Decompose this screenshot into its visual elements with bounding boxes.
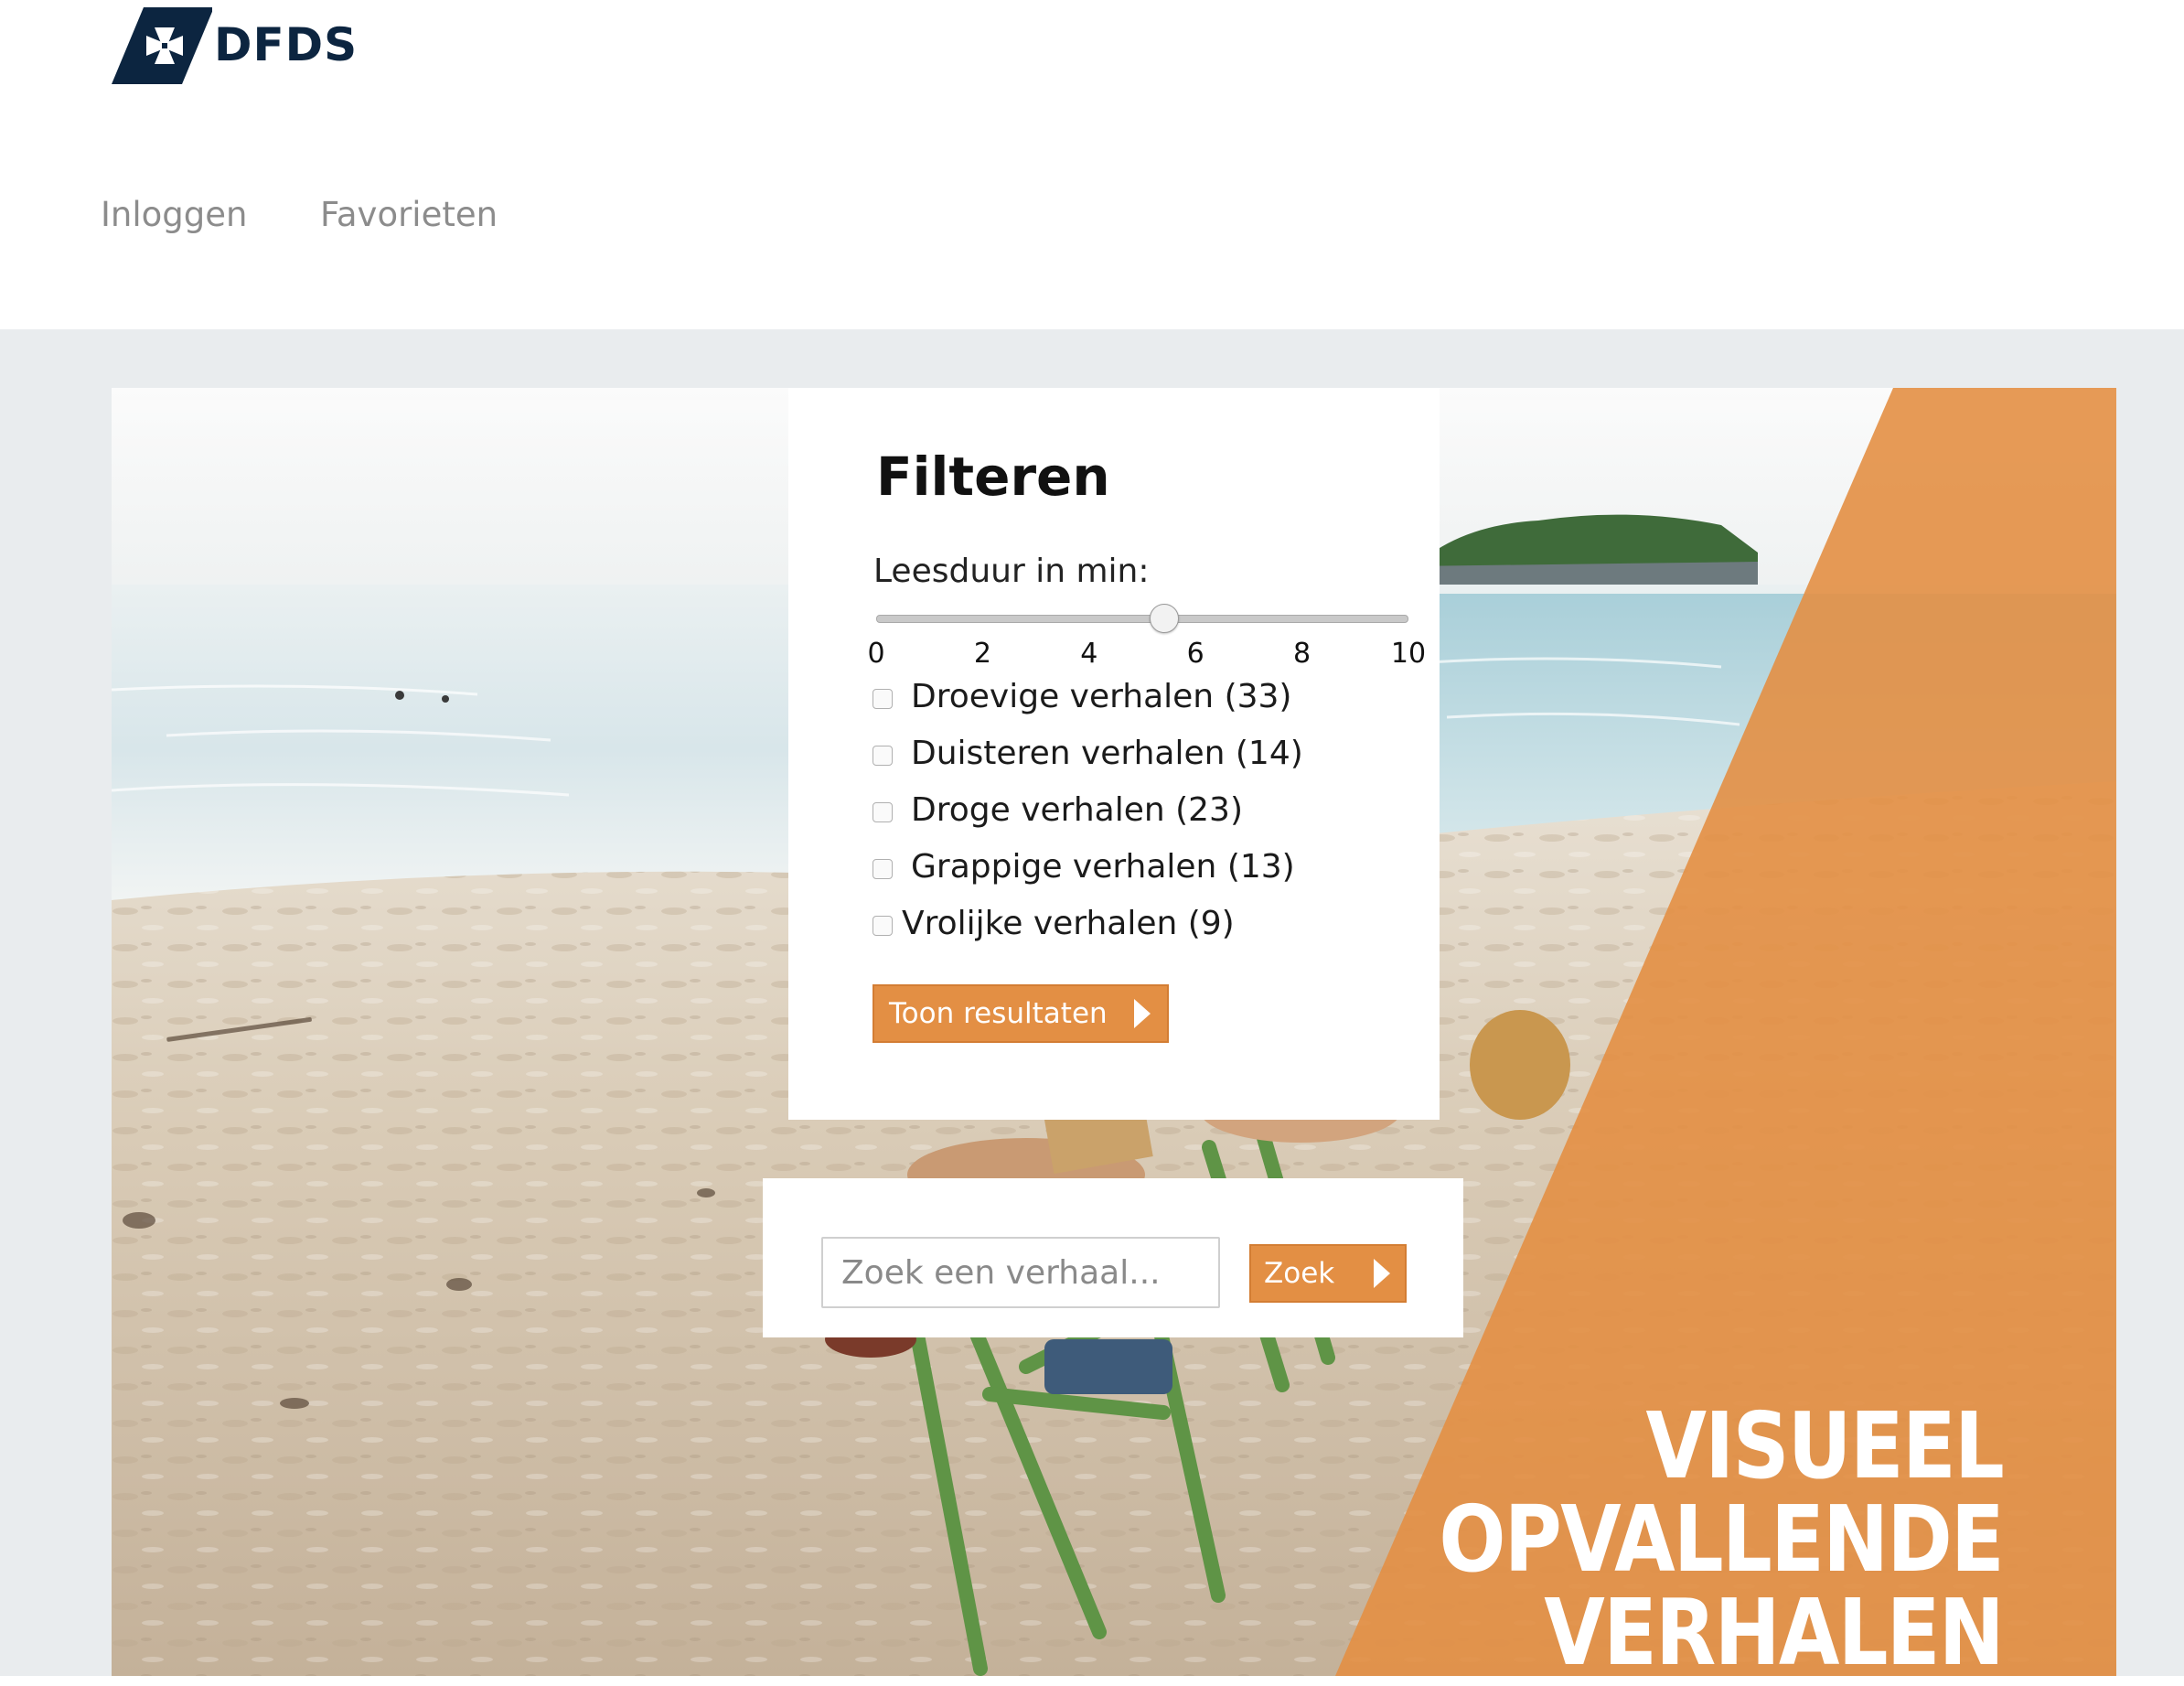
headline-line-3: VERHALEN: [1544, 1579, 2005, 1686]
headline-line-1: VISUEEL: [1645, 1392, 2004, 1499]
brand-name: DFDS: [214, 18, 359, 71]
category-option-grappige[interactable]: Grappige verhalen (13): [873, 843, 1295, 889]
reading-time-slider[interactable]: [876, 603, 1408, 634]
slider-thumb[interactable]: [1150, 604, 1180, 633]
category-label: Duisteren verhalen (14): [911, 734, 1303, 772]
filter-panel: Filteren Leesduur in min: 0 2 4 6 8 10 D…: [788, 388, 1440, 1120]
nav-favorites-link[interactable]: Favorieten: [320, 195, 498, 234]
slider-tick-label: 0: [867, 638, 885, 670]
category-option-vrolijke[interactable]: Vrolijke verhalen (9): [873, 900, 1235, 946]
category-checkbox[interactable]: [873, 746, 893, 766]
category-label: Grappige verhalen (13): [911, 847, 1295, 886]
show-results-label: Toon resultaten: [889, 997, 1108, 1030]
hero-headline: VISUEEL OPVALLENDE VERHALEN: [1439, 1392, 2005, 1686]
show-results-button[interactable]: Toon resultaten: [873, 984, 1169, 1043]
slider-tick-label: 6: [1186, 638, 1204, 670]
category-label: Droge verhalen (23): [911, 790, 1244, 829]
slider-tick-labels: 0 2 4 6 8 10: [867, 638, 1426, 674]
headline-line-2: OPVALLENDE: [1439, 1486, 2004, 1593]
play-arrow-icon: [1134, 999, 1151, 1028]
maltese-cross-icon: [112, 7, 212, 84]
play-arrow-icon: [1374, 1259, 1390, 1288]
category-checkbox[interactable]: [873, 859, 893, 879]
category-checkbox[interactable]: [873, 689, 893, 709]
search-input[interactable]: [821, 1237, 1220, 1308]
slider-tick-label: 10: [1390, 638, 1427, 670]
category-option-droevige[interactable]: Droevige verhalen (33): [873, 673, 1291, 719]
search-panel: Zoek: [763, 1178, 1463, 1337]
category-label: Vrolijke verhalen (9): [902, 904, 1235, 942]
search-button-label: Zoek: [1264, 1257, 1335, 1290]
reading-time-label: Leesduur in min:: [873, 553, 1150, 590]
category-checkbox[interactable]: [873, 916, 893, 936]
category-label: Droevige verhalen (33): [911, 677, 1292, 715]
search-button[interactable]: Zoek: [1249, 1244, 1407, 1303]
slider-track: [876, 615, 1408, 623]
nav-login-link[interactable]: Inloggen: [101, 195, 247, 234]
filter-title: Filteren: [876, 446, 1110, 508]
slider-tick-label: 4: [1080, 638, 1098, 670]
dfds-logo[interactable]: DFDS: [112, 7, 357, 84]
category-option-droge[interactable]: Droge verhalen (23): [873, 787, 1243, 832]
slider-tick-label: 2: [973, 638, 991, 670]
category-option-duisteren[interactable]: Duisteren verhalen (14): [873, 730, 1303, 776]
category-checkbox[interactable]: [873, 802, 893, 822]
slider-tick-label: 8: [1293, 638, 1311, 670]
